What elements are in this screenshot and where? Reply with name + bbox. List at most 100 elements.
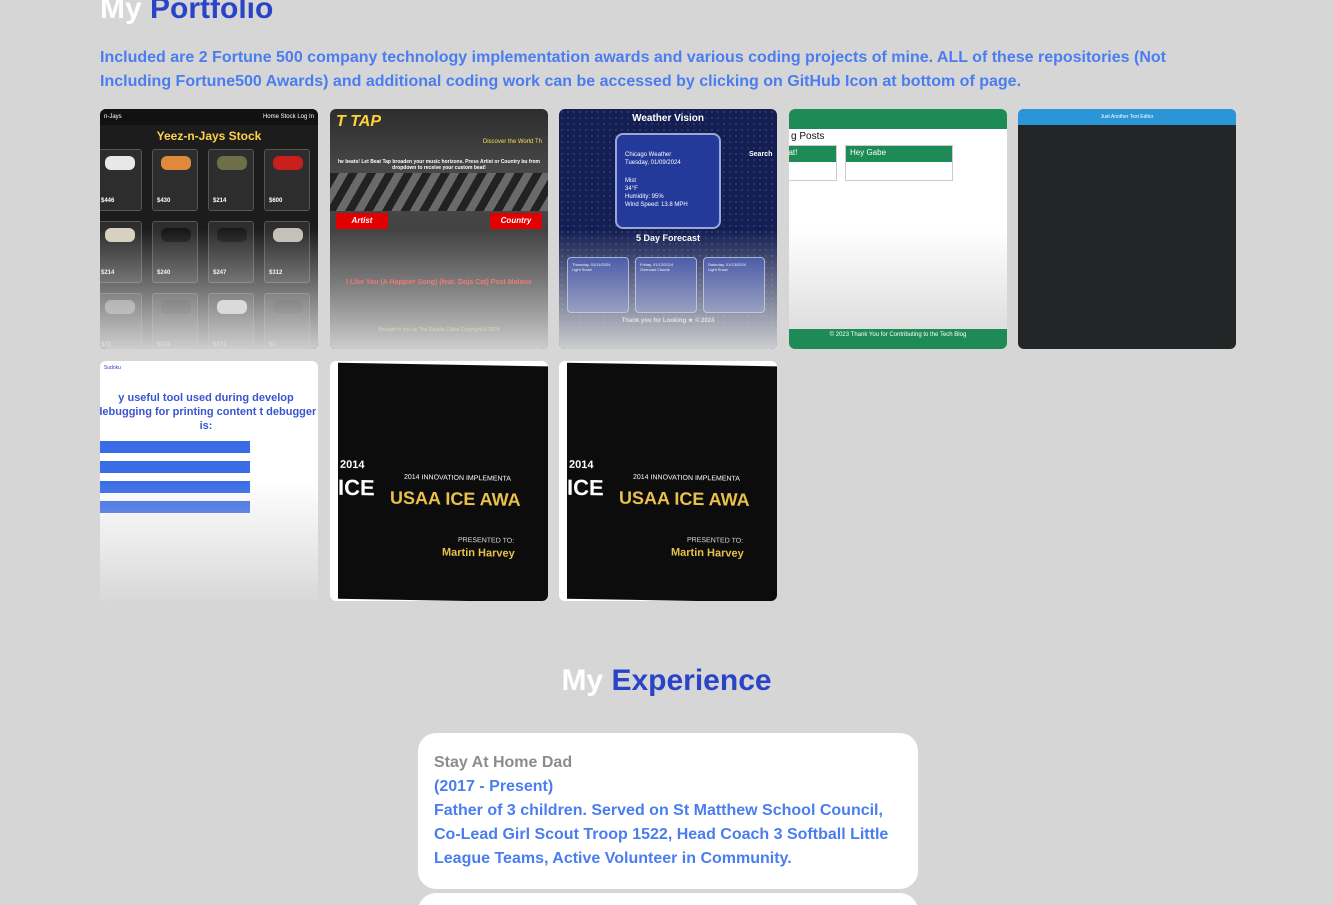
beattap-chevron-band [330, 173, 548, 211]
shoe-tile: $214 [208, 149, 254, 211]
shoe-tile: $430 [152, 149, 198, 211]
shoe-image [105, 300, 135, 314]
weather-date: Tuesday, 01/09/2024 [625, 160, 681, 166]
weather-city: Chicago Weather [625, 152, 672, 158]
award-ice-logo: ICE [338, 474, 375, 501]
shoe-tile: $600 [264, 149, 310, 211]
award-presented: PRESENTED TO: [687, 536, 744, 545]
forecast-day: Friday, 01/12/2024 Overcast Clouds [635, 257, 697, 313]
forecast-day: Saturday, 01/13/2024 Light Snow [703, 257, 765, 313]
portfolio-intro: Included are 2 Fortune 500 company techn… [100, 49, 1166, 90]
card-fade [100, 481, 318, 601]
shoe-image [217, 156, 247, 170]
award-presented: PRESENTED TO: [458, 536, 515, 545]
blog-footer: © 2023 Thank You for Contributing to the… [789, 329, 1007, 349]
shoe-tile: $240 [152, 221, 198, 283]
forecast-cond: Light Snow [708, 267, 728, 272]
weather-search: Search [749, 151, 773, 158]
shoe-image [161, 228, 191, 242]
shoe-image [273, 300, 303, 314]
forecast-cond: Overcast Clouds [640, 267, 670, 272]
shoe-price: $1 [269, 342, 276, 348]
shoe-price: $319 [157, 342, 171, 348]
beattap-song: I Like You (A Happier Song) (feat. Doja … [346, 279, 532, 286]
debugger-line [100, 441, 250, 453]
shoe-grid: $446 $430 $214 $600 $214 $240 $247 $312 $71 $319 $… [100, 143, 318, 349]
shoe-tile: $247 [208, 221, 254, 283]
award-implementation: 2014 INNOVATION IMPLEMENTA [633, 473, 740, 483]
forecast-cond: Light Snow [572, 267, 592, 272]
forecast-days: Thursday, 01/11/2024 Light Snow Friday, 0… [567, 257, 765, 313]
editor-header: Just Another Text Editor [1018, 109, 1236, 125]
weather-wind: Wind Speed: 13.8 MPH [625, 202, 688, 208]
blog-post: eat! [789, 145, 837, 181]
project-card-editor[interactable]: Just Another Text Editor [1018, 109, 1236, 349]
beattap-logo: T TAP [336, 113, 382, 130]
weather-current-panel: Chicago Weather Tuesday, 01/09/2024 Mist… [615, 133, 721, 229]
experience-description: Father of 3 children. Served on St Matth… [434, 802, 889, 867]
shoe-tile: $1 [264, 293, 310, 349]
award-year: 2014 [569, 458, 594, 472]
shoe-tile: $312 [264, 221, 310, 283]
shoe-image [161, 300, 191, 314]
shoe-price: $247 [213, 270, 227, 276]
shoe-price: $214 [213, 198, 227, 204]
experience-card [418, 893, 918, 905]
shoe-image [105, 228, 135, 242]
heading-word-my: My [561, 664, 604, 697]
weather-cond: Mist [625, 178, 636, 184]
beattap-footer: Brought to you by The Double Clicks Copy… [378, 327, 500, 333]
award-title: USAA ICE AWA [619, 487, 750, 510]
blog-post-title: Hey Gabe [846, 146, 952, 162]
experience-card: Stay At Home Dad (2017 - Present) Father… [418, 733, 918, 889]
project-card-weather[interactable]: Weather Vision Search Chicago Weather Tu… [559, 109, 777, 349]
heading-word-experience: Experience [611, 664, 772, 697]
project-card-debugger[interactable]: Sudoku y useful tool used during develop… [100, 361, 318, 601]
shoe-tile: $446 [100, 149, 142, 211]
shoe-image [217, 228, 247, 242]
shoe-image [273, 156, 303, 170]
sneaker-title: Yeez-n-Jays Stock [156, 129, 262, 143]
experience-role: Stay At Home Dad [434, 754, 573, 771]
shoe-tile: $71 [100, 293, 142, 349]
blog-topbar [789, 109, 1007, 129]
award-ice-logo: ICE [567, 474, 604, 501]
forecast-day: Thursday, 01/11/2024 Light Snow [567, 257, 629, 313]
debugger-nav: Sudoku [104, 365, 121, 371]
project-card-beattap[interactable]: T TAP Discover the World Th he beats! Le… [330, 109, 548, 349]
award-card-2[interactable]: 2014 ICE 2014 INNOVATION IMPLEMENTA USAA… [559, 361, 777, 601]
award-title: USAA ICE AWA [390, 487, 521, 510]
blog-posts-heading: g Posts [791, 131, 825, 142]
shoe-price: $240 [157, 270, 171, 276]
award-card-1[interactable]: 2014 ICE 2014 INNOVATION IMPLEMENTA USAA… [330, 361, 548, 601]
debugger-message: y useful tool used during develop debugg… [100, 392, 317, 432]
shoe-price: $371 [213, 342, 227, 348]
sneaker-topbar: n-Jays Home Stock Log In [100, 109, 318, 125]
weather-temp: 34°F [625, 186, 638, 192]
award-plaque: 2014 ICE 2014 INNOVATION IMPLEMENTA USAA… [559, 362, 777, 601]
shoe-tile: $214 [100, 221, 142, 283]
debugger-line [100, 481, 250, 493]
project-card-blog[interactable]: g Posts eat! Hey Gabe © 2023 Thank You f… [789, 109, 1007, 349]
award-recipient: Martin Harvey [442, 546, 515, 560]
shoe-image [161, 156, 191, 170]
award-plaque: 2014 ICE 2014 INNOVATION IMPLEMENTA USAA… [330, 362, 548, 601]
shoe-tile: $319 [152, 293, 198, 349]
award-recipient: Martin Harvey [671, 546, 744, 560]
project-card-sneakers[interactable]: n-Jays Home Stock Log In Yeez-n-Jays Sto… [100, 109, 318, 349]
debugger-line [100, 461, 250, 473]
debugger-line [100, 501, 250, 513]
shoe-image [105, 156, 135, 170]
weather-thanks: Thank you for Looking ★ © 2024 [621, 318, 715, 324]
shoe-price: $446 [101, 198, 115, 204]
shoe-price: $600 [269, 198, 283, 204]
award-year: 2014 [340, 458, 365, 472]
beattap-description: he beats! Let Beat Tap broaden your musi… [338, 159, 540, 171]
heading-word-portfolio: Portfolio [150, 0, 274, 25]
portfolio-heading: My Portfolio [100, 0, 273, 26]
weather-forecast-title: 5 Day Forecast [635, 233, 701, 243]
shoe-price: $312 [269, 270, 283, 276]
weather-title: Weather Vision [632, 113, 704, 124]
shoe-price: $71 [101, 342, 112, 348]
shoe-tile: $371 [208, 293, 254, 349]
